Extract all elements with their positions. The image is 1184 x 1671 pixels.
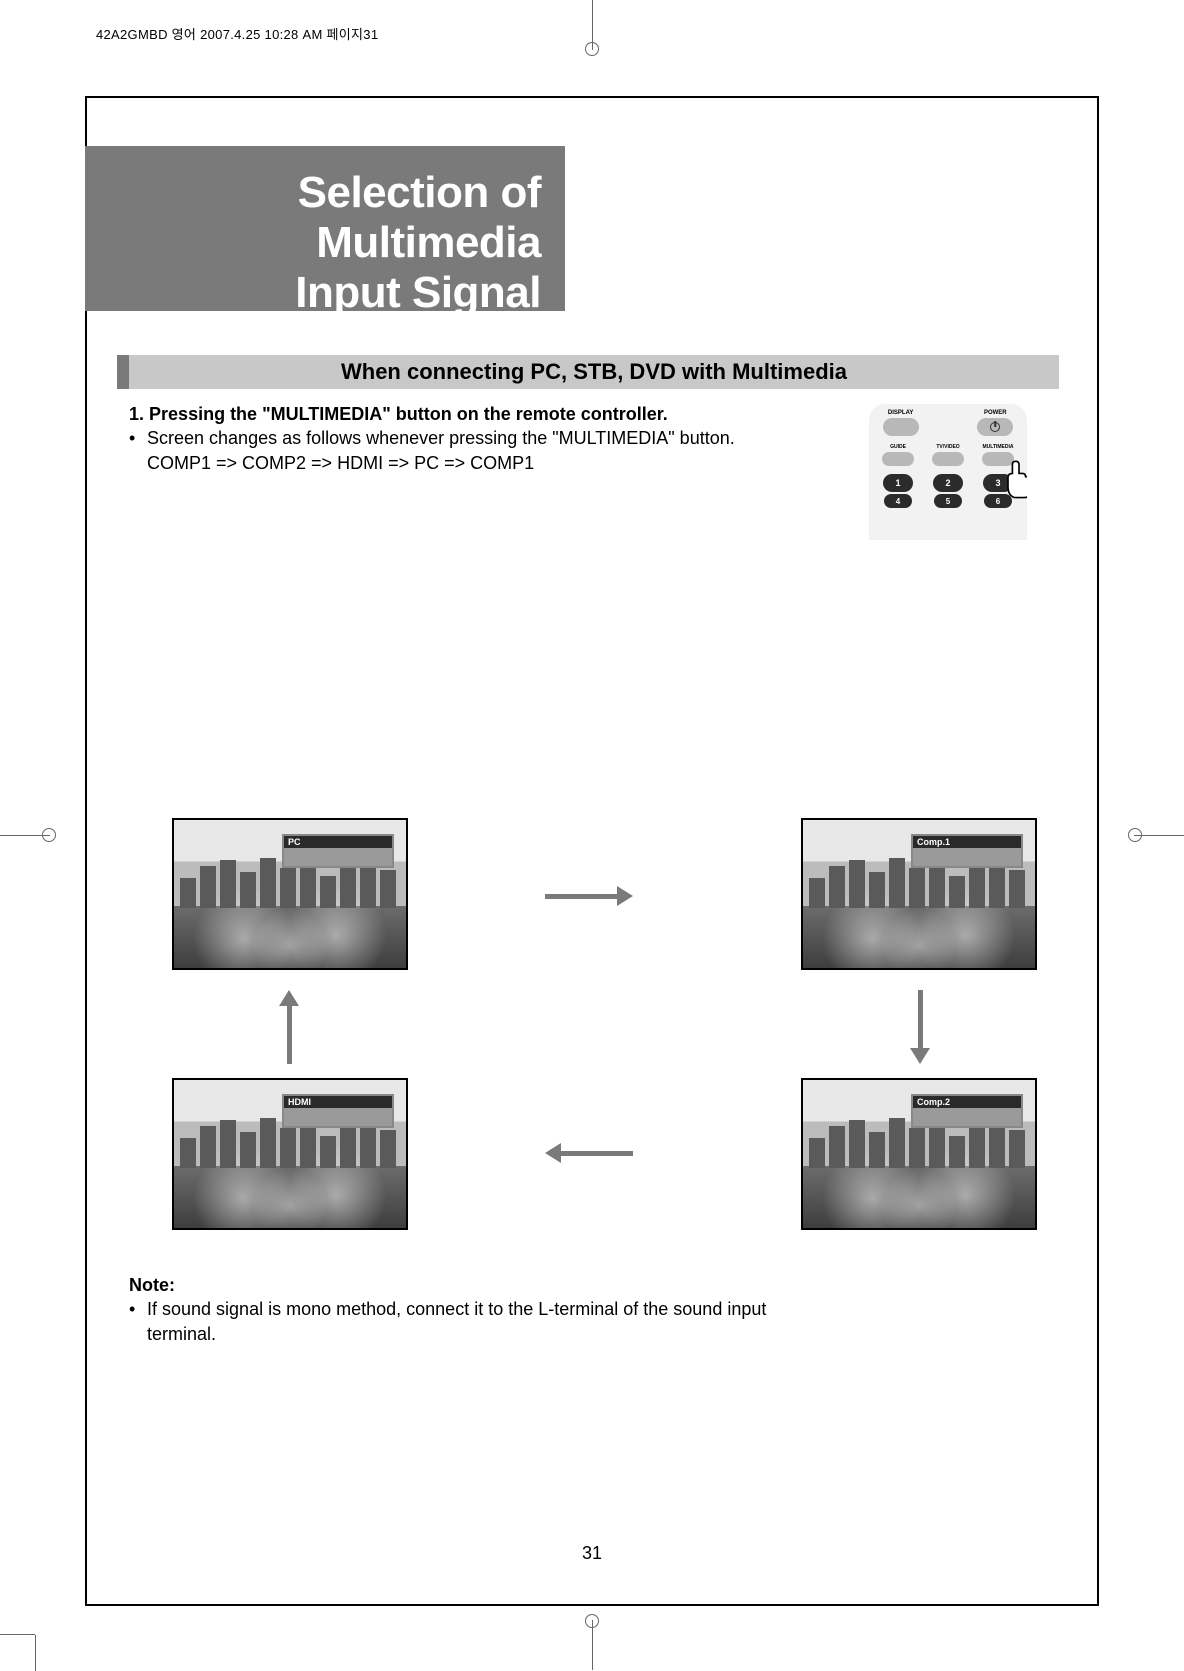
remote-label-display: DISPLAY <box>879 410 923 416</box>
screen-image: PC <box>174 820 406 968</box>
screen-comp1: Comp.1 <box>801 818 1037 970</box>
crop-corner <box>35 1599 71 1635</box>
remote-display-button <box>883 418 919 436</box>
page-frame: Selection of Multimedia Input Signal Whe… <box>85 96 1099 1606</box>
remote-guide-button <box>882 452 914 466</box>
spacer <box>930 418 966 436</box>
note-block: Note: • If sound signal is mono method, … <box>129 1273 829 1346</box>
osd-label-pc: PC <box>284 836 392 848</box>
page-number: 31 <box>87 1543 1097 1564</box>
arrow-up-icon <box>279 990 299 1064</box>
pointing-hand-icon <box>997 458 1027 502</box>
osd-label-hdmi: HDMI <box>284 1096 392 1108</box>
remote-tvvideo-button <box>932 452 964 466</box>
page-title-box: Selection of Multimedia Input Signal <box>85 146 565 311</box>
bullet-dot: • <box>129 1297 147 1346</box>
remote-num-1: 1 <box>883 474 913 492</box>
osd-label-comp2: Comp.2 <box>913 1096 1021 1108</box>
screen-comp2: Comp.2 <box>801 1078 1037 1230</box>
step-number: 1. <box>129 404 144 424</box>
remote-label-multimedia: MULTIMEDIA <box>976 444 1020 450</box>
step-text: Pressing the "MULTIMEDIA" button on the … <box>149 404 668 424</box>
bullet-dot: • <box>129 426 147 475</box>
screen-image: Comp.1 <box>803 820 1035 968</box>
note-heading: Note: <box>129 1273 829 1297</box>
remote-label-guide: GUIDE <box>876 444 920 450</box>
print-slug: 42A2GMBD 영어 2007.4.25 10:28 AM 페이지31 <box>96 24 378 43</box>
crop-mark <box>1128 828 1142 842</box>
remote-power-button <box>977 418 1013 436</box>
arrow-right-icon <box>545 886 633 906</box>
power-icon <box>990 422 1000 432</box>
bullet-1: • Screen changes as follows whenever pre… <box>129 426 749 475</box>
bullet-text: Screen changes as follows whenever press… <box>147 426 735 475</box>
title-line-2: Input Signal <box>85 268 541 318</box>
remote-label-power: POWER <box>973 410 1017 416</box>
arrow-left-icon <box>545 1143 633 1163</box>
osd-label-comp1: Comp.1 <box>913 836 1021 848</box>
bullet-line-2: COMP1 => COMP2 => HDMI => PC => COMP1 <box>147 451 735 475</box>
note-bullet: • If sound signal is mono method, connec… <box>129 1297 829 1346</box>
input-cycle-diagram: PC Comp.1 HDMI Comp.2 <box>147 818 1042 1233</box>
crop-mark <box>42 828 56 842</box>
crop-mark <box>585 42 599 56</box>
title-line-1: Selection of Multimedia <box>85 168 541 268</box>
remote-num-5: 5 <box>934 494 962 508</box>
step-1: 1. Pressing the "MULTIMEDIA" button on t… <box>129 402 749 426</box>
remote-illustration: DISPLAY . POWER GUIDE TV/VIDEO MULTIMEDI… <box>869 404 1027 540</box>
screen-image: Comp.2 <box>803 1080 1035 1228</box>
osd-box: HDMI <box>282 1094 394 1128</box>
crop-mark <box>585 1614 599 1628</box>
remote-num-2: 2 <box>933 474 963 492</box>
remote-num-4: 4 <box>884 494 912 508</box>
bullet-line-1: Screen changes as follows whenever press… <box>147 426 735 450</box>
note-text: If sound signal is mono method, connect … <box>147 1297 829 1346</box>
screen-image: HDMI <box>174 1080 406 1228</box>
arrow-down-icon <box>910 990 930 1064</box>
screen-hdmi: HDMI <box>172 1078 408 1230</box>
section-heading: When connecting PC, STB, DVD with Multim… <box>129 355 1059 389</box>
osd-box: PC <box>282 834 394 868</box>
screen-pc: PC <box>172 818 408 970</box>
remote-label-tvvideo: TV/VIDEO <box>926 444 970 450</box>
osd-box: Comp.1 <box>911 834 1023 868</box>
osd-box: Comp.2 <box>911 1094 1023 1128</box>
instructions-block: 1. Pressing the "MULTIMEDIA" button on t… <box>129 402 749 475</box>
